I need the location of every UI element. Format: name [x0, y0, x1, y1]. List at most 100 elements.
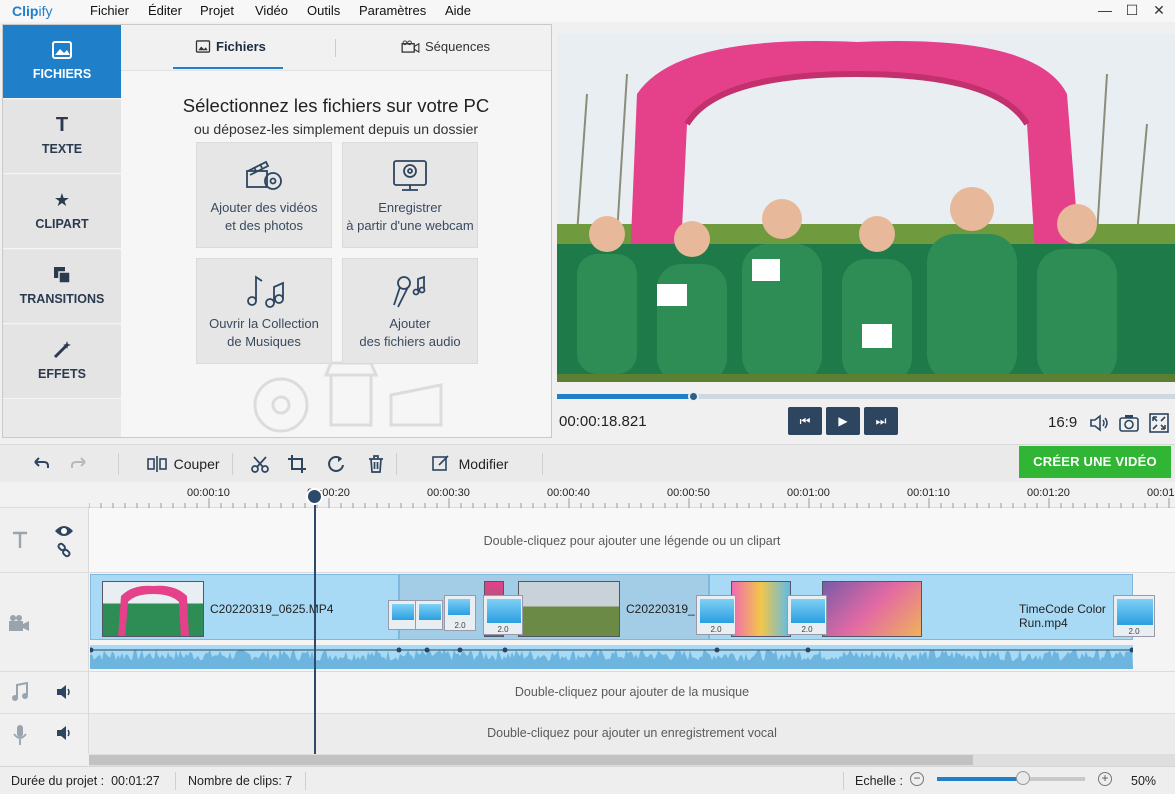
- link-icon[interactable]: [56, 542, 72, 558]
- toolbar-divider: [396, 453, 397, 475]
- tile-label: et des photos: [224, 218, 304, 233]
- scrollbar-thumb[interactable]: [89, 755, 973, 765]
- scissors-icon[interactable]: [250, 454, 270, 474]
- transition-duration: 2.0: [1128, 627, 1140, 636]
- clip-thumbnail: [102, 581, 204, 637]
- transition-marker[interactable]: 2.0: [1113, 595, 1155, 637]
- rotate-icon[interactable]: [326, 454, 346, 474]
- tile-label: de Musiques: [227, 334, 301, 349]
- transition-marker[interactable]: 2.0: [483, 595, 523, 635]
- menu-file[interactable]: Fichier: [90, 3, 129, 18]
- sidebar-item-files[interactable]: FICHIERS: [3, 25, 121, 99]
- modify-button[interactable]: Modifier: [432, 454, 508, 476]
- transition-duration: 2.0: [454, 621, 466, 630]
- menu-settings[interactable]: Paramètres: [359, 3, 426, 18]
- menu-edit[interactable]: Éditer: [148, 3, 182, 18]
- undo-icon[interactable]: [31, 454, 51, 474]
- timeline-ruler[interactable]: 00:00:10 00:00:20 00:00:30 00:00:40 00:0…: [0, 482, 1175, 508]
- tab-sequences[interactable]: Séquences: [401, 39, 490, 54]
- zoom-value: 50%: [1131, 774, 1157, 788]
- voice-hint: Double-cliquez pour ajouter un enregistr…: [487, 726, 777, 740]
- clip-count: Nombre de clips: 7: [188, 774, 293, 788]
- caption-track[interactable]: Double-cliquez pour ajouter une légende …: [89, 508, 1175, 572]
- toolbar-divider: [118, 453, 119, 475]
- video-frame: [557, 34, 1175, 382]
- close-icon[interactable]: ✕: [1147, 2, 1171, 20]
- add-audio-tile[interactable]: Ajouter des fichiers audio: [342, 258, 478, 364]
- eye-icon[interactable]: [54, 524, 74, 538]
- tile-label: Enregistrer: [378, 200, 442, 215]
- progress-fill: [557, 394, 693, 399]
- video-clip[interactable]: C20220319_0625.MP4: [90, 574, 399, 640]
- add-media-tile[interactable]: Ajouter des vidéos et des photos: [196, 142, 332, 248]
- record-webcam-tile[interactable]: Enregistrer à partir d'une webcam: [342, 142, 478, 248]
- video-track-icon: [9, 615, 29, 631]
- redo-icon[interactable]: [69, 454, 89, 474]
- music-volume-icon[interactable]: [55, 684, 73, 700]
- camera-icon: [401, 40, 420, 54]
- next-frame-button[interactable]: ⏭: [864, 407, 898, 435]
- voice-track[interactable]: Double-cliquez pour ajouter un enregistr…: [89, 714, 1175, 754]
- voice-volume-icon[interactable]: [55, 725, 73, 741]
- playhead-handle[interactable]: [306, 488, 323, 505]
- sidebar-item-effects[interactable]: EFFETS: [3, 325, 121, 399]
- menu-video[interactable]: Vidéo: [255, 3, 288, 18]
- video-preview[interactable]: [557, 34, 1175, 382]
- crop-icon[interactable]: [287, 454, 307, 474]
- sidebar-item-transitions[interactable]: TRANSITIONS: [3, 250, 121, 324]
- split-icon: [147, 456, 167, 472]
- music-track[interactable]: Double-cliquez pour ajouter de la musiqu…: [89, 672, 1175, 713]
- sidebar: FICHIERS T TEXTE ★ CLIPART TRANSITIONS E…: [3, 25, 121, 437]
- cinema-illustration: [253, 361, 443, 433]
- zoom-out-icon[interactable]: −: [910, 772, 924, 786]
- previous-frame-button[interactable]: ⏮: [788, 407, 822, 435]
- video-track[interactable]: C20220319_0625.MP4 C20220319_ TimeCode C…: [88, 573, 1175, 671]
- volume-icon[interactable]: [1088, 412, 1110, 434]
- sidebar-item-label: CLIPART: [35, 217, 89, 231]
- music-track-icon: [12, 682, 28, 701]
- toolbar-divider: [542, 453, 543, 475]
- transition-marker[interactable]: 2.0: [696, 595, 736, 635]
- snapshot-camera-icon[interactable]: [1118, 412, 1140, 434]
- progress-handle[interactable]: [688, 391, 699, 402]
- create-video-button[interactable]: CRÉER UNE VIDÉO: [1019, 446, 1171, 478]
- play-button[interactable]: ▶: [826, 407, 860, 435]
- minimize-icon[interactable]: —: [1093, 2, 1117, 20]
- video-clip[interactable]: TimeCode Color Run.mp4: [709, 574, 1133, 640]
- clip-thumbnail: [731, 581, 791, 637]
- status-divider: [175, 772, 176, 790]
- image-icon: [52, 41, 72, 59]
- title-bar: Clipify Fichier Éditer Projet Vidéo Outi…: [0, 0, 1175, 22]
- zoom-fill: [937, 777, 1023, 781]
- project-duration: Durée du projet : 00:01:27: [11, 774, 160, 788]
- transition-marker[interactable]: [388, 600, 416, 630]
- sidebar-item-clipart[interactable]: ★ CLIPART: [3, 175, 121, 249]
- menu-help[interactable]: Aide: [445, 3, 471, 18]
- aspect-ratio-selector[interactable]: 16:9: [1048, 414, 1077, 431]
- transition-marker[interactable]: [415, 600, 443, 630]
- split-button[interactable]: Couper: [147, 454, 220, 476]
- sidebar-item-label: TEXTE: [41, 142, 83, 156]
- menu-project[interactable]: Projet: [200, 3, 234, 18]
- menu-tools[interactable]: Outils: [307, 3, 340, 18]
- transition-marker[interactable]: 2.0: [787, 595, 827, 635]
- ruler-label: 00:00:10: [187, 487, 230, 499]
- zoom-handle[interactable]: [1016, 771, 1030, 785]
- star-icon: ★: [53, 190, 71, 210]
- trash-icon[interactable]: [366, 454, 386, 474]
- transition-marker[interactable]: 2.0: [444, 595, 476, 631]
- clip-thumbnail: [518, 581, 620, 637]
- tab-files[interactable]: Fichiers: [195, 39, 266, 54]
- zoom-in-icon[interactable]: +: [1098, 772, 1112, 786]
- transition-duration: 2.0: [801, 625, 813, 634]
- playhead[interactable]: [314, 490, 316, 754]
- transitions-icon: [54, 267, 71, 284]
- tab-indicator: [173, 67, 283, 69]
- music-collection-tile[interactable]: Ouvrir la Collection de Musiques: [196, 258, 332, 364]
- maximize-icon[interactable]: ☐: [1120, 2, 1144, 20]
- sidebar-item-text[interactable]: T TEXTE: [3, 100, 121, 174]
- skip-back-icon: ⏮: [799, 414, 811, 428]
- tab-divider: [335, 39, 336, 57]
- audio-waveform[interactable]: [88, 645, 1135, 669]
- fullscreen-icon[interactable]: [1148, 412, 1170, 434]
